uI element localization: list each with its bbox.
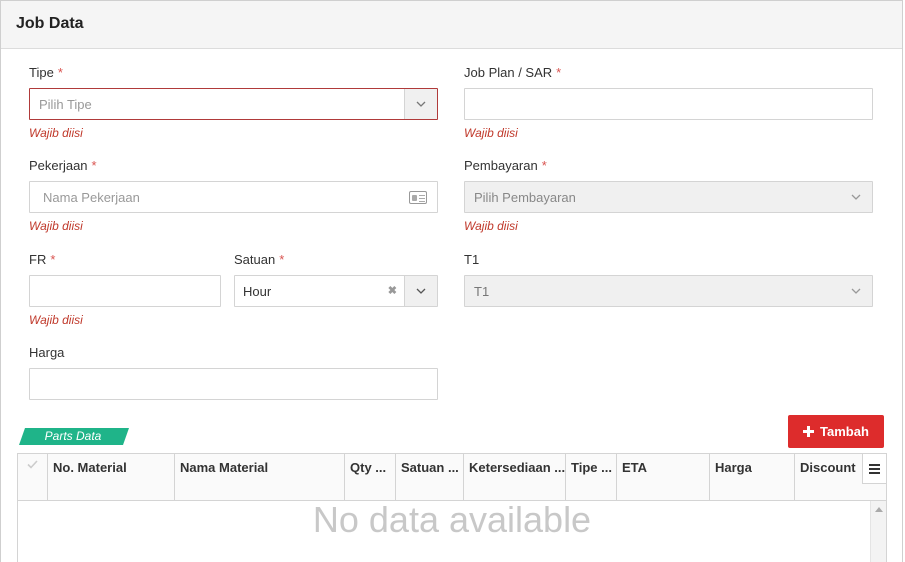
col-discount[interactable]: Discount [795, 454, 863, 501]
col-satuan[interactable]: Satuan ... [396, 454, 464, 501]
job-plan-label: Job Plan / SAR * [464, 65, 561, 80]
parts-data-tag: Parts Data [19, 428, 129, 445]
job-plan-input[interactable] [464, 88, 873, 120]
satuan-label: Satuan * [234, 252, 284, 267]
pembayaran-label: Pembayaran * [464, 158, 547, 173]
pekerjaan-error: Wajib diisi [29, 219, 83, 233]
page-title: Job Data [16, 15, 84, 32]
tambah-label: Tambah [820, 424, 869, 439]
fr-input[interactable] [29, 275, 221, 307]
required-marker: * [541, 158, 547, 173]
t1-select[interactable]: T1 [464, 275, 873, 307]
chevron-down-icon[interactable] [404, 276, 437, 306]
satuan-select[interactable]: Hour ✖ [234, 275, 438, 307]
required-marker: * [556, 65, 562, 80]
col-harga[interactable]: Harga [710, 454, 795, 501]
pembayaran-placeholder: Pilih Pembayaran [474, 190, 576, 205]
tipe-error: Wajib diisi [29, 126, 83, 140]
required-marker: * [50, 252, 56, 267]
pekerjaan-label-text: Pekerjaan [29, 158, 88, 173]
required-marker: * [279, 252, 285, 267]
harga-label-text: Harga [29, 345, 65, 360]
t1-label-text: T1 [464, 252, 480, 267]
col-ketersediaan[interactable]: Ketersediaan ... [464, 454, 566, 501]
col-tipe[interactable]: Tipe ... [566, 454, 617, 501]
required-marker: * [57, 65, 63, 80]
job-plan-label-text: Job Plan / SAR [464, 65, 553, 80]
job-data-panel: Job Data Tipe * Pilih Tipe Wajib diisi Jo… [0, 0, 903, 562]
col-eta[interactable]: ETA [617, 454, 710, 501]
select-all-checkbox[interactable] [18, 454, 48, 501]
pekerjaan-label: Pekerjaan * [29, 158, 97, 173]
pekerjaan-input[interactable]: Nama Pekerjaan [29, 181, 438, 213]
clear-icon[interactable]: ✖ [388, 284, 397, 297]
pekerjaan-placeholder: Nama Pekerjaan [43, 190, 140, 205]
plus-icon [803, 426, 815, 437]
tambah-button[interactable]: Tambah [788, 415, 884, 448]
menu-icon [869, 463, 880, 474]
job-plan-error: Wajib diisi [464, 126, 518, 140]
tipe-label: Tipe * [29, 65, 63, 80]
grid-header: No. Material Nama Material Qty ... Satua… [18, 454, 886, 501]
pembayaran-label-text: Pembayaran [464, 158, 538, 173]
fr-error: Wajib diisi [29, 313, 83, 327]
satuan-label-text: Satuan [234, 252, 276, 267]
pembayaran-select[interactable]: Pilih Pembayaran [464, 181, 873, 213]
required-marker: * [91, 158, 97, 173]
id-card-icon [409, 191, 427, 204]
t1-value: T1 [474, 284, 490, 299]
parts-grid: No. Material Nama Material Qty ... Satua… [17, 453, 887, 562]
pembayaran-error: Wajib diisi [464, 219, 518, 233]
scroll-up-icon[interactable] [875, 507, 883, 512]
fr-label-text: FR [29, 252, 47, 267]
satuan-value: Hour [243, 284, 272, 299]
chevron-down-icon[interactable] [404, 89, 437, 119]
tipe-select[interactable]: Pilih Tipe [29, 88, 438, 120]
chevron-down-icon[interactable] [839, 182, 872, 212]
col-no-material[interactable]: No. Material [48, 454, 175, 501]
grid-menu-button[interactable] [862, 454, 886, 484]
vertical-scrollbar[interactable] [870, 501, 886, 562]
t1-label: T1 [464, 252, 479, 267]
col-nama-material[interactable]: Nama Material [175, 454, 345, 501]
tipe-label-text: Tipe [29, 65, 54, 80]
col-qty[interactable]: Qty ... [345, 454, 396, 501]
tipe-placeholder: Pilih Tipe [39, 97, 92, 112]
harga-label: Harga [29, 345, 64, 360]
check-icon [27, 460, 38, 469]
empty-state: No data available [312, 499, 592, 540]
harga-input[interactable] [29, 368, 438, 400]
fr-label: FR * [29, 252, 55, 267]
chevron-down-icon[interactable] [839, 276, 872, 306]
parts-data-label: Parts Data [44, 429, 102, 443]
panel-header: Job Data [1, 1, 902, 49]
